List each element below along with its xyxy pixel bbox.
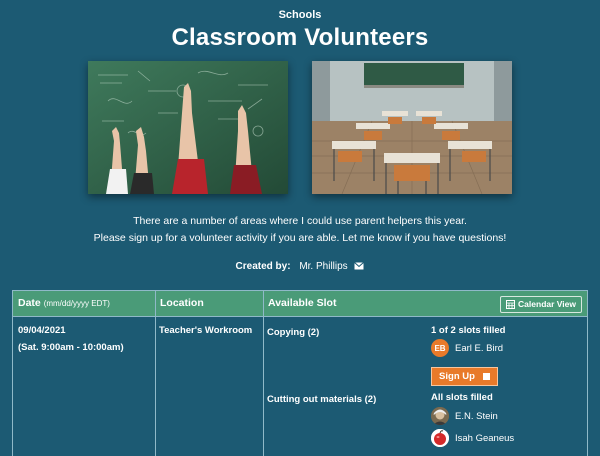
column-divider — [155, 291, 156, 456]
row-time: (Sat. 9:00am - 10:00am) — [18, 342, 124, 353]
table-header: Date (mm/dd/yyyy EDT) Location Available… — [13, 291, 587, 317]
sign-up-button[interactable]: Sign Up — [431, 367, 498, 386]
location-column-header: Location — [160, 297, 204, 309]
classroom-photo — [312, 61, 512, 194]
apple-icon — [431, 429, 449, 447]
calendar-icon — [506, 300, 516, 309]
slot-status: All slots filled — [431, 392, 493, 403]
creator-name: Mr. Phillips — [299, 261, 348, 272]
creator-info: Created by: Mr. Phillips — [0, 261, 600, 273]
date-format-hint: (mm/dd/yyyy EDT) — [43, 299, 110, 308]
description: There are a number of areas where I coul… — [0, 213, 600, 247]
avatar: EB — [431, 339, 449, 357]
checkbox-icon — [482, 373, 490, 380]
sign-up-label: Sign Up — [439, 371, 475, 382]
page-title: Classroom Volunteers — [171, 24, 429, 51]
avatar — [431, 429, 449, 447]
category-label: Schools — [278, 9, 322, 21]
volunteer-name: E.N. Stein — [455, 410, 498, 422]
volunteer-name: Earl E. Bird — [455, 342, 504, 354]
date-column-header: Date (mm/dd/yyyy EDT) — [13, 291, 155, 317]
description-line-2: Please sign up for a volunteer activity … — [93, 232, 507, 244]
mail-icon[interactable] — [354, 262, 365, 273]
slot-name: Copying (2) — [267, 327, 320, 338]
slot-name: Cutting out materials (2) — [267, 394, 377, 405]
creator-label: Created by: — [235, 261, 291, 272]
einstein-avatar-icon — [431, 407, 449, 425]
volunteer: EB Earl E. Bird — [431, 339, 503, 357]
hands-raised-photo — [88, 61, 288, 194]
slot-status: 1 of 2 slots filled — [431, 325, 506, 336]
calendar-view-label: Calendar View — [518, 299, 576, 309]
volunteer: Isah Geaneus — [431, 429, 514, 447]
date-header-label: Date — [18, 297, 41, 309]
volunteer: E.N. Stein — [431, 407, 498, 425]
avatar — [431, 407, 449, 425]
row-date: 09/04/2021 — [18, 325, 66, 336]
row-location: Teacher's Workroom — [159, 325, 253, 336]
description-line-1: There are a number of areas where I coul… — [133, 215, 467, 227]
column-divider — [263, 291, 264, 456]
slot-column-header: Available Slot — [268, 297, 337, 309]
volunteer-name: Isah Geaneus — [455, 432, 515, 444]
calendar-view-button[interactable]: Calendar View — [500, 296, 582, 313]
